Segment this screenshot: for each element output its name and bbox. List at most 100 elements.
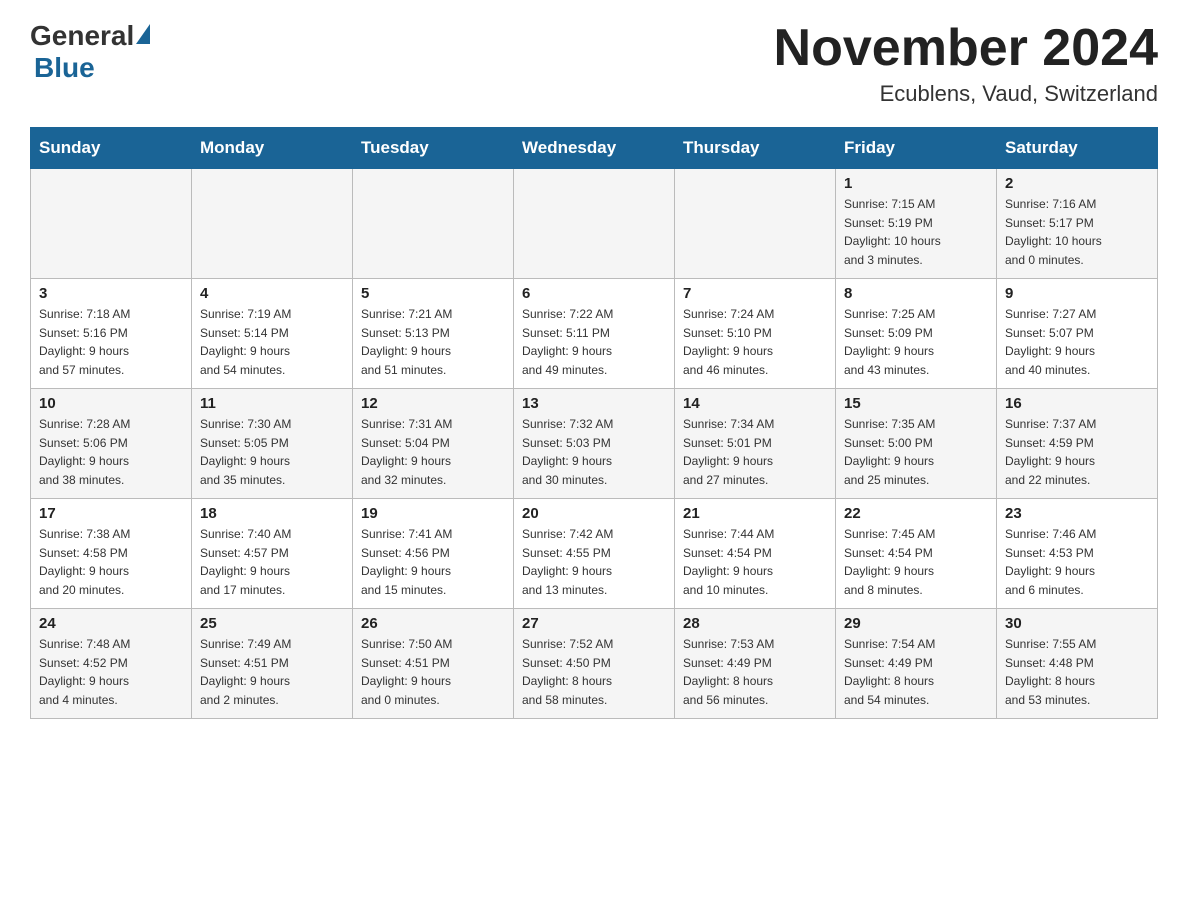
day-number: 19 <box>361 505 505 522</box>
calendar-cell: 27 Sunrise: 7:52 AM Sunset: 4:50 PM Dayli… <box>514 609 675 719</box>
day-info: Sunrise: 7:19 AM Sunset: 5:14 PM Dayligh… <box>200 305 344 379</box>
calendar-week-row: 1 Sunrise: 7:15 AM Sunset: 5:19 PM Daylig… <box>31 169 1158 279</box>
day-info: Sunrise: 7:40 AM Sunset: 4:57 PM Dayligh… <box>200 525 344 599</box>
calendar-cell: 4 Sunrise: 7:19 AM Sunset: 5:14 PM Daylig… <box>192 279 353 389</box>
day-info: Sunrise: 7:31 AM Sunset: 5:04 PM Dayligh… <box>361 415 505 489</box>
calendar-cell: 25 Sunrise: 7:49 AM Sunset: 4:51 PM Dayli… <box>192 609 353 719</box>
calendar-week-row: 10Sunrise: 7:28 AM Sunset: 5:06 PM Dayli… <box>31 389 1158 499</box>
day-number: 22 <box>844 505 988 522</box>
day-info: Sunrise: 7:50 AM Sunset: 4:51 PM Dayligh… <box>361 635 505 709</box>
logo-triangle-icon <box>136 24 150 44</box>
day-info: Sunrise: 7:15 AM Sunset: 5:19 PM Dayligh… <box>844 195 988 269</box>
day-number: 13 <box>522 395 666 412</box>
day-number: 4 <box>200 285 344 302</box>
day-info: Sunrise: 7:22 AM Sunset: 5:11 PM Dayligh… <box>522 305 666 379</box>
day-number: 18 <box>200 505 344 522</box>
day-number: 24 <box>39 615 183 632</box>
day-info: Sunrise: 7:54 AM Sunset: 4:49 PM Dayligh… <box>844 635 988 709</box>
day-info: Sunrise: 7:18 AM Sunset: 5:16 PM Dayligh… <box>39 305 183 379</box>
logo-general-text: General <box>30 20 134 52</box>
day-info: Sunrise: 7:37 AM Sunset: 4:59 PM Dayligh… <box>1005 415 1149 489</box>
calendar-header-sunday: Sunday <box>31 128 192 169</box>
day-info: Sunrise: 7:27 AM Sunset: 5:07 PM Dayligh… <box>1005 305 1149 379</box>
day-number: 23 <box>1005 505 1149 522</box>
calendar-cell: 14Sunrise: 7:34 AM Sunset: 5:01 PM Dayli… <box>675 389 836 499</box>
logo: General <box>30 20 152 52</box>
calendar-cell <box>192 169 353 279</box>
logo-area: General Blue <box>30 20 152 84</box>
calendar-header-friday: Friday <box>836 128 997 169</box>
calendar-header-tuesday: Tuesday <box>353 128 514 169</box>
calendar-cell <box>31 169 192 279</box>
calendar-cell: 30Sunrise: 7:55 AM Sunset: 4:48 PM Dayli… <box>997 609 1158 719</box>
day-info: Sunrise: 7:35 AM Sunset: 5:00 PM Dayligh… <box>844 415 988 489</box>
title-area: November 2024 Ecublens, Vaud, Switzerlan… <box>774 20 1158 107</box>
month-title: November 2024 <box>774 20 1158 77</box>
day-number: 28 <box>683 615 827 632</box>
calendar-cell: 23 Sunrise: 7:46 AM Sunset: 4:53 PM Dayli… <box>997 499 1158 609</box>
day-number: 3 <box>39 285 183 302</box>
calendar-cell: 6 Sunrise: 7:22 AM Sunset: 5:11 PM Daylig… <box>514 279 675 389</box>
day-info: Sunrise: 7:44 AM Sunset: 4:54 PM Dayligh… <box>683 525 827 599</box>
calendar-table: SundayMondayTuesdayWednesdayThursdayFrid… <box>30 127 1158 719</box>
calendar-cell: 13 Sunrise: 7:32 AM Sunset: 5:03 PM Dayli… <box>514 389 675 499</box>
day-info: Sunrise: 7:46 AM Sunset: 4:53 PM Dayligh… <box>1005 525 1149 599</box>
day-info: Sunrise: 7:48 AM Sunset: 4:52 PM Dayligh… <box>39 635 183 709</box>
calendar-cell: 18 Sunrise: 7:40 AM Sunset: 4:57 PM Dayli… <box>192 499 353 609</box>
calendar-cell: 24 Sunrise: 7:48 AM Sunset: 4:52 PM Dayli… <box>31 609 192 719</box>
day-number: 27 <box>522 615 666 632</box>
calendar-cell <box>675 169 836 279</box>
day-number: 20 <box>522 505 666 522</box>
calendar-week-row: 24 Sunrise: 7:48 AM Sunset: 4:52 PM Dayli… <box>31 609 1158 719</box>
day-number: 30 <box>1005 615 1149 632</box>
day-info: Sunrise: 7:41 AM Sunset: 4:56 PM Dayligh… <box>361 525 505 599</box>
calendar-cell: 8 Sunrise: 7:25 AM Sunset: 5:09 PM Daylig… <box>836 279 997 389</box>
calendar-header-monday: Monday <box>192 128 353 169</box>
calendar-cell: 1 Sunrise: 7:15 AM Sunset: 5:19 PM Daylig… <box>836 169 997 279</box>
calendar-cell: 28 Sunrise: 7:53 AM Sunset: 4:49 PM Dayli… <box>675 609 836 719</box>
calendar-cell: 7Sunrise: 7:24 AM Sunset: 5:10 PM Daylig… <box>675 279 836 389</box>
day-number: 12 <box>361 395 505 412</box>
day-number: 11 <box>200 395 344 412</box>
calendar-cell: 19 Sunrise: 7:41 AM Sunset: 4:56 PM Dayli… <box>353 499 514 609</box>
day-info: Sunrise: 7:53 AM Sunset: 4:49 PM Dayligh… <box>683 635 827 709</box>
day-number: 1 <box>844 175 988 192</box>
calendar-cell: 29 Sunrise: 7:54 AM Sunset: 4:49 PM Dayli… <box>836 609 997 719</box>
calendar-header-saturday: Saturday <box>997 128 1158 169</box>
calendar-cell: 26Sunrise: 7:50 AM Sunset: 4:51 PM Dayli… <box>353 609 514 719</box>
day-info: Sunrise: 7:32 AM Sunset: 5:03 PM Dayligh… <box>522 415 666 489</box>
calendar-cell <box>353 169 514 279</box>
day-info: Sunrise: 7:25 AM Sunset: 5:09 PM Dayligh… <box>844 305 988 379</box>
day-info: Sunrise: 7:28 AM Sunset: 5:06 PM Dayligh… <box>39 415 183 489</box>
calendar-cell: 10Sunrise: 7:28 AM Sunset: 5:06 PM Dayli… <box>31 389 192 499</box>
day-number: 16 <box>1005 395 1149 412</box>
calendar-cell: 20 Sunrise: 7:42 AM Sunset: 4:55 PM Dayli… <box>514 499 675 609</box>
day-info: Sunrise: 7:30 AM Sunset: 5:05 PM Dayligh… <box>200 415 344 489</box>
calendar-week-row: 17Sunrise: 7:38 AM Sunset: 4:58 PM Dayli… <box>31 499 1158 609</box>
calendar-cell: 11 Sunrise: 7:30 AM Sunset: 5:05 PM Dayli… <box>192 389 353 499</box>
day-number: 5 <box>361 285 505 302</box>
day-info: Sunrise: 7:52 AM Sunset: 4:50 PM Dayligh… <box>522 635 666 709</box>
calendar-cell: 3 Sunrise: 7:18 AM Sunset: 5:16 PM Daylig… <box>31 279 192 389</box>
day-number: 8 <box>844 285 988 302</box>
day-number: 29 <box>844 615 988 632</box>
calendar-cell: 9Sunrise: 7:27 AM Sunset: 5:07 PM Daylig… <box>997 279 1158 389</box>
calendar-cell: 5Sunrise: 7:21 AM Sunset: 5:13 PM Daylig… <box>353 279 514 389</box>
day-number: 17 <box>39 505 183 522</box>
calendar-header-thursday: Thursday <box>675 128 836 169</box>
calendar-cell: 21Sunrise: 7:44 AM Sunset: 4:54 PM Dayli… <box>675 499 836 609</box>
day-number: 25 <box>200 615 344 632</box>
logo-blue-text: Blue <box>34 52 95 83</box>
location-title: Ecublens, Vaud, Switzerland <box>774 81 1158 107</box>
day-number: 2 <box>1005 175 1149 192</box>
day-number: 6 <box>522 285 666 302</box>
calendar-header-row: SundayMondayTuesdayWednesdayThursdayFrid… <box>31 128 1158 169</box>
calendar-header-wednesday: Wednesday <box>514 128 675 169</box>
day-number: 15 <box>844 395 988 412</box>
calendar-cell <box>514 169 675 279</box>
page-header: General Blue November 2024 Ecublens, Vau… <box>30 20 1158 107</box>
day-info: Sunrise: 7:49 AM Sunset: 4:51 PM Dayligh… <box>200 635 344 709</box>
calendar-cell: 2Sunrise: 7:16 AM Sunset: 5:17 PM Daylig… <box>997 169 1158 279</box>
day-info: Sunrise: 7:42 AM Sunset: 4:55 PM Dayligh… <box>522 525 666 599</box>
calendar-cell: 16 Sunrise: 7:37 AM Sunset: 4:59 PM Dayli… <box>997 389 1158 499</box>
